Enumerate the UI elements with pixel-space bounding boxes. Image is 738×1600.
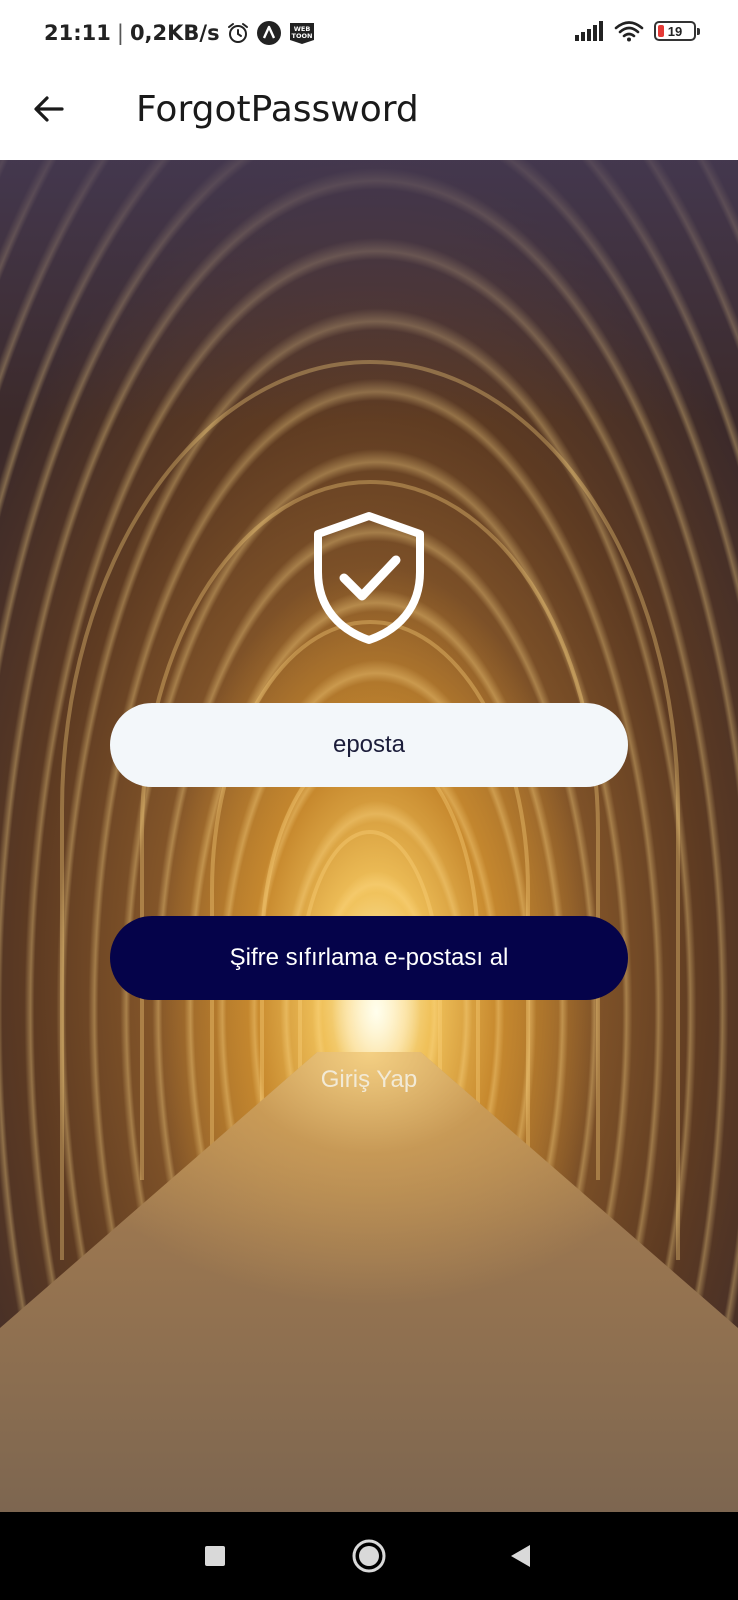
battery-icon: 19	[654, 21, 700, 41]
svg-text:TOON: TOON	[291, 32, 312, 40]
main-content: Şifre sıfırlama e-postası al Giriş Yap	[0, 160, 738, 1512]
back-nav-button[interactable]	[499, 1534, 543, 1578]
status-separator: |	[116, 21, 124, 45]
triangle-back-icon	[511, 1545, 530, 1567]
forgot-password-screen: 21:11 | 0,2KB/s WEB TOON 19 ForgotPasswo…	[0, 0, 738, 1600]
status-bar: 21:11 | 0,2KB/s WEB TOON 19	[0, 0, 738, 68]
recents-button[interactable]	[193, 1534, 237, 1578]
system-nav-bar	[0, 1512, 738, 1600]
battery-fill	[658, 25, 664, 37]
network-speed: 0,2KB/s	[129, 21, 220, 45]
page-title: ForgotPassword	[136, 89, 419, 130]
square-recents-icon	[205, 1546, 225, 1566]
status-time: 21:11	[44, 21, 111, 45]
wifi-icon	[614, 20, 644, 42]
signal-icon	[574, 20, 604, 42]
arrow-left-icon	[34, 96, 64, 122]
status-right: 19	[574, 20, 700, 42]
shield-check-icon	[314, 512, 424, 644]
webtoon-icon: WEB TOON	[288, 20, 316, 46]
email-input[interactable]	[110, 703, 628, 787]
send-reset-email-button[interactable]: Şifre sıfırlama e-postası al	[110, 916, 628, 1000]
battery-level: 19	[667, 23, 683, 39]
back-button[interactable]	[28, 88, 70, 130]
alarm-icon	[226, 21, 250, 45]
home-button[interactable]	[347, 1534, 391, 1578]
status-left: 21:11 | 0,2KB/s WEB TOON	[44, 20, 316, 46]
app-bar: ForgotPassword	[0, 68, 738, 160]
circle-home-icon	[352, 1539, 386, 1573]
login-link[interactable]: Giriş Yap	[0, 1066, 738, 1094]
app-a-icon	[256, 20, 282, 46]
